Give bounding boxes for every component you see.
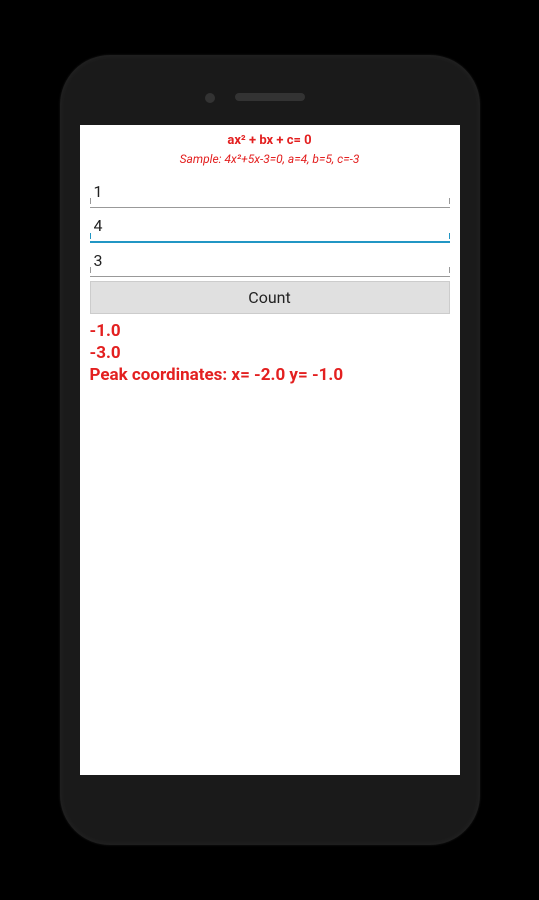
input-b-wrapper bbox=[90, 210, 450, 243]
count-button[interactable]: Count bbox=[90, 281, 450, 314]
app-screen: ax² + bx + c= 0 Sample: 4x²+5x-3=0, a=4,… bbox=[80, 125, 460, 775]
phone-speaker bbox=[235, 93, 305, 101]
sample-text: Sample: 4x²+5x-3=0, a=4, b=5, c=-3 bbox=[90, 152, 450, 166]
content-area: ax² + bx + c= 0 Sample: 4x²+5x-3=0, a=4,… bbox=[80, 125, 460, 394]
phone-frame: ax² + bx + c= 0 Sample: 4x²+5x-3=0, a=4,… bbox=[60, 55, 480, 845]
result-root-1: -1.0 bbox=[90, 320, 450, 342]
formula-title: ax² + bx + c= 0 bbox=[90, 133, 450, 148]
result-root-2: -3.0 bbox=[90, 342, 450, 364]
result-peak: Peak coordinates: x= -2.0 y= -1.0 bbox=[90, 364, 450, 386]
phone-camera bbox=[205, 93, 215, 103]
coefficient-a-input[interactable] bbox=[90, 176, 450, 208]
coefficient-b-input[interactable] bbox=[90, 210, 450, 243]
input-a-wrapper bbox=[90, 176, 450, 208]
input-c-wrapper bbox=[90, 245, 450, 277]
coefficient-c-input[interactable] bbox=[90, 245, 450, 277]
